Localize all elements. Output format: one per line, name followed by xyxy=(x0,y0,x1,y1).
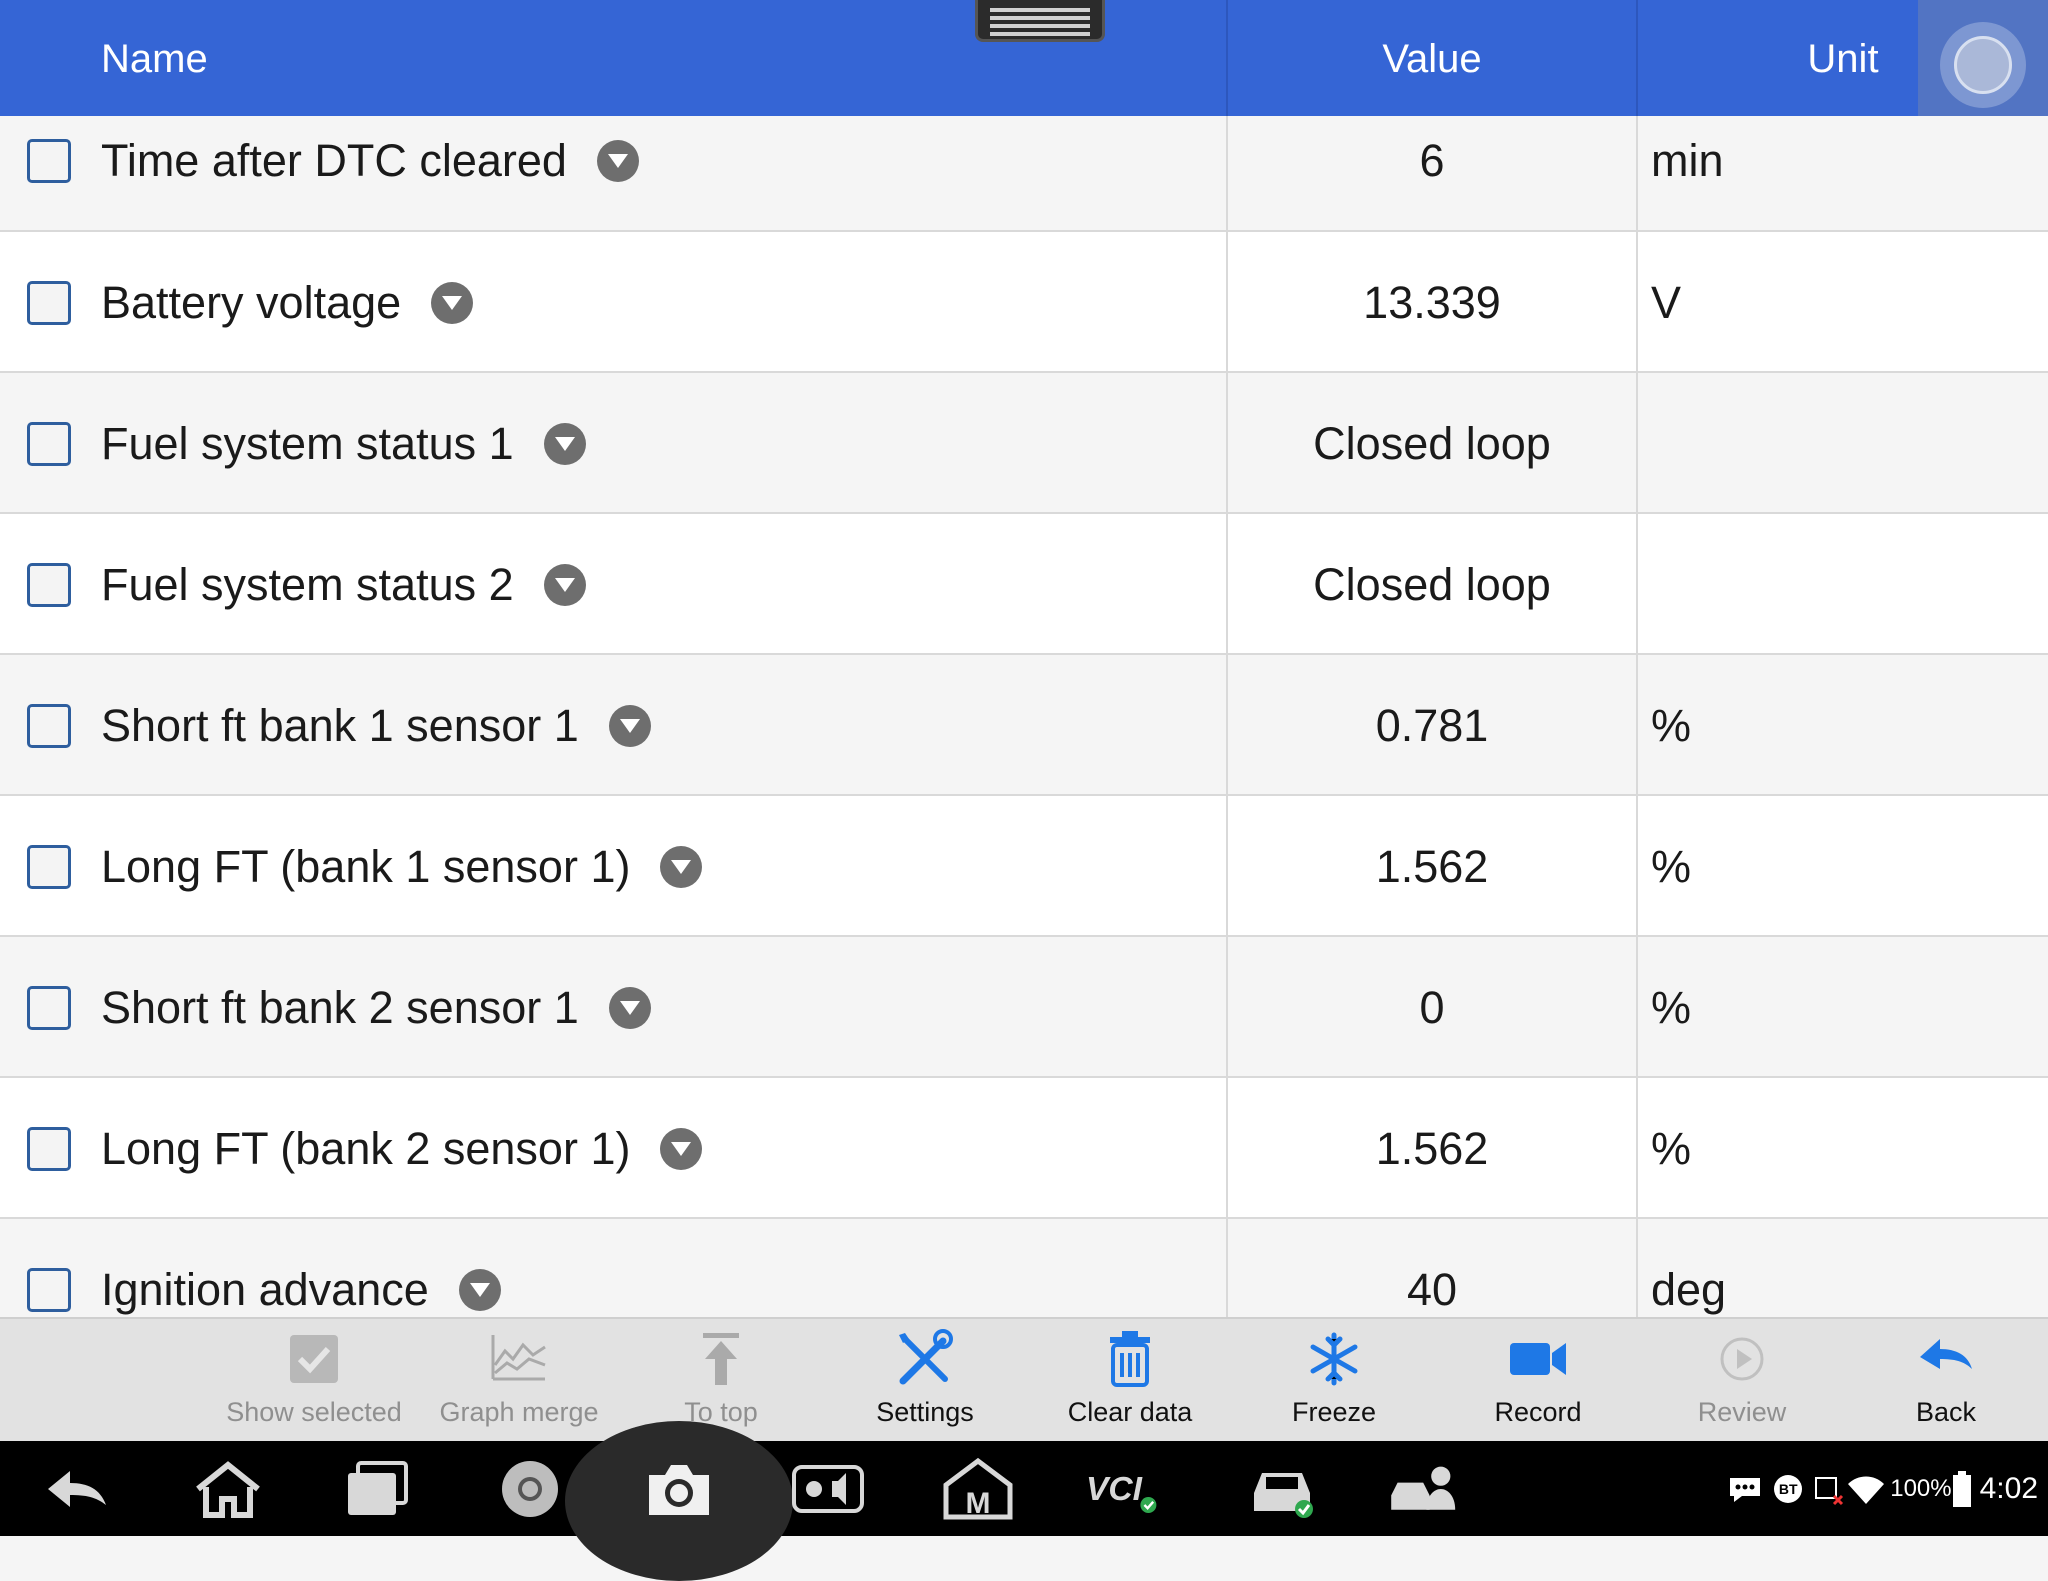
parameter-value: 0 xyxy=(1419,982,1445,1033)
graph-merge-button[interactable]: Graph merge xyxy=(419,1319,619,1443)
row-checkbox[interactable] xyxy=(27,1127,71,1171)
brightness-volume-icon[interactable] xyxy=(792,1457,864,1521)
parameter-value: 6 xyxy=(1419,135,1445,186)
record-button[interactable]: Record xyxy=(1438,1319,1638,1443)
arrow-up-icon xyxy=(703,1333,739,1385)
bottom-toolbar: Show selected Graph merge To top Setting… xyxy=(0,1317,2048,1441)
network-error-icon xyxy=(1815,1476,1844,1505)
row-checkbox[interactable] xyxy=(27,281,71,325)
parameter-name: Long FT (bank 1 sensor 1) xyxy=(101,841,631,892)
settings-button[interactable]: Settings xyxy=(825,1319,1025,1443)
battery-percent: 100% xyxy=(1890,1474,1952,1502)
parameter-value: 1.562 xyxy=(1375,841,1489,892)
dropdown-arrow-icon[interactable] xyxy=(608,987,651,1029)
parameter-value: 1.562 xyxy=(1375,1123,1489,1174)
table-row[interactable]: Fuel system status 1 Closed loop xyxy=(0,373,2048,514)
data-stream-table: Time after DTC cleared 6 min Battery vol… xyxy=(0,116,2048,1317)
camera-icon[interactable] xyxy=(643,1457,715,1521)
show-selected-button[interactable]: Show selected xyxy=(214,1319,414,1443)
clock: 4:02 xyxy=(1979,1471,2038,1505)
clear-data-button[interactable]: Clear data xyxy=(1030,1319,1230,1443)
bluetooth-icon: BT xyxy=(1774,1474,1803,1503)
back-button[interactable]: Back xyxy=(1846,1319,2046,1443)
parameter-unit: min xyxy=(1651,135,1724,186)
row-checkbox[interactable] xyxy=(27,422,71,466)
system-navigation-bar: M VCI BT 100% 4:02 xyxy=(0,1421,2048,1581)
parameter-name: Fuel system status 2 xyxy=(101,559,514,610)
wifi-icon xyxy=(1848,1476,1885,1504)
parameter-name: Short ft bank 1 sensor 1 xyxy=(101,700,579,751)
dropdown-arrow-icon[interactable] xyxy=(543,564,586,606)
table-row[interactable]: Battery voltage 13.339 V xyxy=(0,232,2048,373)
table-row[interactable]: Fuel system status 2 Closed loop xyxy=(0,514,2048,655)
parameter-name: Short ft bank 2 sensor 1 xyxy=(101,982,579,1033)
snowflake-icon xyxy=(1310,1332,1358,1386)
dropdown-arrow-icon[interactable] xyxy=(660,1128,703,1170)
parameter-unit: % xyxy=(1651,1123,1692,1174)
svg-text:M: M xyxy=(966,1487,991,1520)
remote-expert-icon[interactable] xyxy=(1388,1457,1460,1521)
parameter-value: Closed loop xyxy=(1313,559,1551,610)
review-button[interactable]: Review xyxy=(1642,1319,1842,1443)
dropdown-arrow-icon[interactable] xyxy=(431,282,474,324)
parameter-unit: % xyxy=(1651,841,1692,892)
parameter-value: 0.781 xyxy=(1375,700,1489,751)
row-checkbox[interactable] xyxy=(27,563,71,607)
row-checkbox[interactable] xyxy=(27,845,71,889)
column-header-name: Name xyxy=(101,37,208,81)
battery-icon xyxy=(1952,1470,1971,1507)
table-row[interactable]: Ignition advance 40 deg xyxy=(0,1219,2048,1317)
parameter-value: Closed loop xyxy=(1313,418,1551,469)
dropdown-arrow-icon[interactable] xyxy=(660,846,703,888)
table-row[interactable]: Time after DTC cleared 6 min xyxy=(0,116,2048,232)
dropdown-arrow-icon[interactable] xyxy=(543,423,586,465)
svg-text:VCI: VCI xyxy=(1086,1471,1143,1508)
recent-apps-icon[interactable] xyxy=(342,1457,414,1521)
wrench-screwdriver-icon xyxy=(899,1329,953,1385)
vci-status-icon[interactable]: VCI xyxy=(1086,1457,1158,1521)
table-row[interactable]: Long FT (bank 2 sensor 1) 1.562 % xyxy=(0,1078,2048,1219)
row-checkbox[interactable] xyxy=(27,139,71,183)
checkbox-icon xyxy=(290,1335,338,1383)
dropdown-arrow-icon[interactable] xyxy=(596,140,639,182)
trash-icon xyxy=(1110,1331,1150,1387)
drag-handle[interactable] xyxy=(975,0,1105,42)
parameter-unit: % xyxy=(1651,700,1692,751)
dropdown-arrow-icon[interactable] xyxy=(608,705,651,747)
parameter-name: Ignition advance xyxy=(101,1264,429,1315)
parameter-name: Time after DTC cleared xyxy=(101,135,567,186)
parameter-unit: V xyxy=(1651,277,1682,328)
dropdown-arrow-icon[interactable] xyxy=(458,1269,501,1311)
row-checkbox[interactable] xyxy=(27,704,71,748)
status-area: BT 100% 4:02 xyxy=(1728,1441,2038,1536)
freeze-button[interactable]: Freeze xyxy=(1234,1319,1434,1443)
floating-assistive-button[interactable] xyxy=(1918,0,2048,130)
browser-icon[interactable] xyxy=(494,1457,566,1521)
parameter-value: 40 xyxy=(1406,1264,1458,1315)
row-checkbox[interactable] xyxy=(27,1268,71,1312)
parameter-unit: deg xyxy=(1651,1264,1727,1315)
parameter-unit: % xyxy=(1651,982,1692,1033)
maxifix-icon[interactable]: M xyxy=(942,1457,1014,1521)
back-icon[interactable] xyxy=(42,1457,114,1521)
parameter-name: Fuel system status 1 xyxy=(101,418,514,469)
table-row[interactable]: Long FT (bank 1 sensor 1) 1.562 % xyxy=(0,796,2048,937)
video-camera-icon xyxy=(1510,1343,1566,1375)
graph-icon xyxy=(491,1335,546,1381)
parameter-name: Battery voltage xyxy=(101,277,402,328)
message-icon xyxy=(1730,1477,1761,1502)
home-icon[interactable] xyxy=(192,1457,264,1521)
table-row[interactable]: Short ft bank 2 sensor 1 0 % xyxy=(0,937,2048,1078)
back-arrow-icon xyxy=(1920,1339,1972,1369)
column-header-value: Value xyxy=(1382,37,1482,81)
car-icon[interactable] xyxy=(1246,1457,1318,1521)
parameter-value: 13.339 xyxy=(1363,277,1501,328)
play-circle-icon xyxy=(1720,1337,1764,1381)
row-checkbox[interactable] xyxy=(27,986,71,1030)
table-row[interactable]: Short ft bank 1 sensor 1 0.781 % xyxy=(0,655,2048,796)
parameter-name: Long FT (bank 2 sensor 1) xyxy=(101,1123,631,1174)
